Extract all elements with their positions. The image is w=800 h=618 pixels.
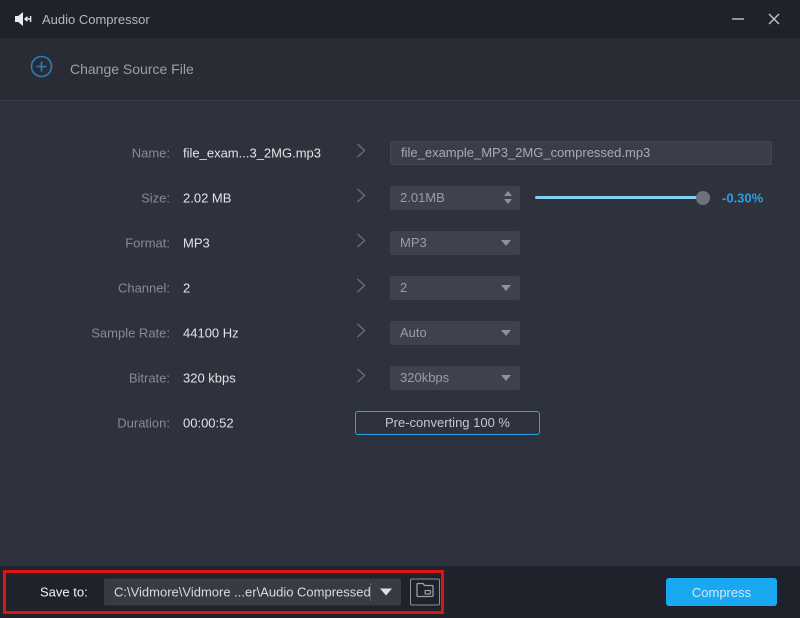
chevron-right-icon — [356, 187, 366, 208]
bitrate-dropdown[interactable]: 320kbps — [390, 366, 520, 390]
channel-dropdown[interactable]: 2 — [390, 276, 520, 300]
settings-panel: Name: file_exam...3_2MG.mp3 Size: 2.02 M… — [0, 101, 800, 566]
compress-button[interactable]: Compress — [666, 578, 777, 606]
row-format: Format: MP3 MP3 — [0, 220, 800, 265]
sample-rate-label: Sample Rate: — [0, 325, 170, 340]
chevron-right-icon — [356, 367, 366, 388]
row-duration: Duration: 00:00:52 Pre-converting 100 % — [0, 400, 800, 445]
source-header: Change Source File — [0, 38, 800, 101]
name-current-value: file_exam...3_2MG.mp3 — [183, 145, 321, 160]
sample-rate-current-value: 44100 Hz — [183, 325, 239, 340]
chevron-down-icon — [501, 240, 511, 246]
save-path-dropdown-button[interactable] — [371, 589, 401, 596]
sample-rate-dropdown[interactable]: Auto — [390, 321, 520, 345]
channel-current-value: 2 — [183, 280, 190, 295]
row-sample-rate: Sample Rate: 44100 Hz Auto — [0, 310, 800, 355]
duration-label: Duration: — [0, 415, 170, 430]
size-current-value: 2.02 MB — [183, 190, 231, 205]
bottom-bar: Save to: C:\Vidmore\Vidmore ...er\Audio … — [0, 566, 800, 618]
chevron-down-icon — [380, 589, 392, 596]
size-spinbox[interactable] — [390, 186, 520, 210]
name-label: Name: — [0, 145, 170, 160]
size-slider[interactable] — [535, 191, 710, 205]
slider-track[interactable] — [535, 196, 710, 199]
chevron-right-icon — [356, 277, 366, 298]
browse-folder-button[interactable] — [410, 579, 440, 606]
change-source-file-button[interactable]: Change Source File — [30, 55, 194, 83]
format-dropdown[interactable]: MP3 — [390, 231, 520, 255]
format-dropdown-value: MP3 — [390, 235, 501, 250]
spinner-up-icon[interactable] — [504, 191, 512, 196]
output-name-input[interactable] — [390, 141, 772, 165]
row-bitrate: Bitrate: 320 kbps 320kbps — [0, 355, 800, 400]
slider-thumb[interactable] — [696, 191, 710, 205]
size-spinbox-input[interactable] — [390, 190, 520, 205]
close-button[interactable] — [756, 0, 792, 38]
bitrate-current-value: 320 kbps — [183, 370, 236, 385]
window-title: Audio Compressor — [42, 12, 150, 27]
folder-icon — [415, 581, 435, 603]
audio-compressor-window: { "window": { "title": "Audio Compressor… — [0, 0, 800, 618]
row-channel: Channel: 2 2 — [0, 265, 800, 310]
chevron-right-icon — [356, 142, 366, 163]
size-label: Size: — [0, 190, 170, 205]
chevron-down-icon — [501, 285, 511, 291]
channel-dropdown-value: 2 — [390, 280, 501, 295]
sample-rate-dropdown-value: Auto — [390, 325, 501, 340]
format-label: Format: — [0, 235, 170, 250]
chevron-right-icon — [356, 232, 366, 253]
format-current-value: MP3 — [183, 235, 210, 250]
bitrate-dropdown-value: 320kbps — [390, 370, 501, 385]
spinner-down-icon[interactable] — [504, 199, 512, 204]
title-bar: Audio Compressor — [0, 0, 800, 38]
save-path-value[interactable]: C:\Vidmore\Vidmore ...er\Audio Compresse… — [104, 585, 370, 600]
minimize-button[interactable] — [720, 0, 756, 38]
row-size: Size: 2.02 MB -0.30% — [0, 175, 800, 220]
change-source-file-label: Change Source File — [70, 61, 194, 77]
save-path-combobox[interactable]: C:\Vidmore\Vidmore ...er\Audio Compresse… — [104, 579, 401, 606]
save-to-label: Save to: — [40, 585, 88, 600]
chevron-down-icon — [501, 330, 511, 336]
plus-circle-icon — [30, 55, 53, 83]
chevron-right-icon — [356, 322, 366, 343]
compression-percent: -0.30% — [722, 190, 763, 205]
row-name: Name: file_exam...3_2MG.mp3 — [0, 130, 800, 175]
bitrate-label: Bitrate: — [0, 370, 170, 385]
window-controls — [720, 0, 792, 38]
pre-converting-button[interactable]: Pre-converting 100 % — [355, 411, 540, 435]
size-spinner-arrows[interactable] — [504, 186, 512, 210]
duration-current-value: 00:00:52 — [183, 415, 234, 430]
channel-label: Channel: — [0, 280, 170, 295]
chevron-down-icon — [501, 375, 511, 381]
speaker-compress-icon — [14, 11, 32, 27]
